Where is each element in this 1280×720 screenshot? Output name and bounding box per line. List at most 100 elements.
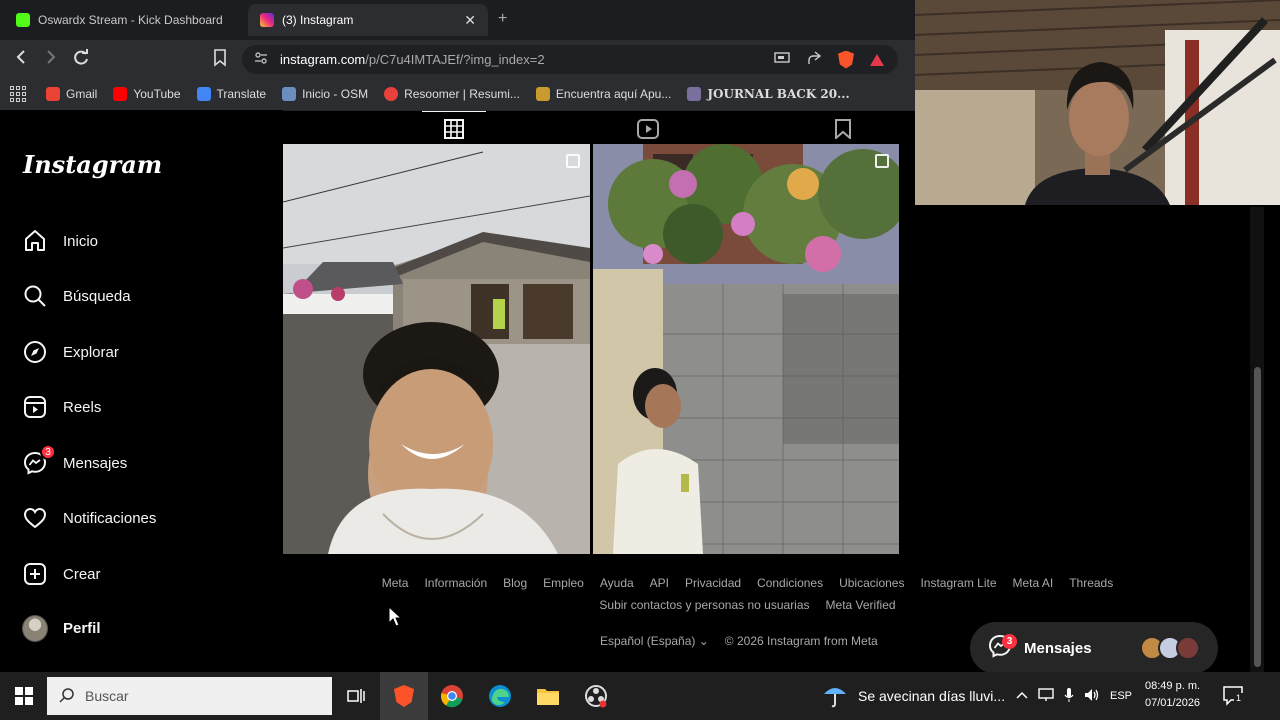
nav-mensajes[interactable]: 3 Mensajes [22, 444, 127, 476]
profile-avatar [22, 614, 48, 642]
network-icon[interactable] [1038, 687, 1054, 705]
bookmark-youtube[interactable]: YouTube [113, 87, 181, 101]
language-indicator[interactable]: ESP [1110, 690, 1132, 702]
url-actions [774, 50, 884, 69]
kick-icon [16, 13, 30, 27]
start-button[interactable] [0, 672, 47, 720]
messages-pill[interactable]: 3 Mensajes [970, 622, 1218, 674]
nav-busqueda[interactable]: Búsqueda [22, 283, 131, 309]
heart-icon [22, 505, 48, 531]
nav-notificaciones[interactable]: Notificaciones [22, 505, 156, 531]
address-bar-row: instagram.com /p/C7u4IMTAJEf/?img_index=… [0, 40, 915, 78]
footer-bottom: Español (España) ⌄ © 2026 Instagram from… [600, 634, 878, 648]
post-thumbnail-selfie[interactable] [283, 144, 590, 554]
gmail-icon [46, 87, 60, 101]
messages-pill-label: Mensajes [1024, 639, 1092, 657]
footer-link[interactable]: Información [424, 576, 487, 590]
clock[interactable]: 08:49 p. m. 07/01/2026 [1145, 678, 1200, 712]
language-select[interactable]: Español (España) ⌄ [600, 634, 709, 648]
tab-kick-dashboard[interactable]: Oswardx Stream - Kick Dashboard [4, 4, 244, 36]
posts-grid-icon [444, 119, 464, 144]
cast-icon[interactable] [774, 51, 790, 68]
task-view-icon[interactable] [332, 672, 380, 720]
footer-link[interactable]: Meta Verified [826, 598, 896, 612]
post-thumbnail-wall[interactable] [593, 144, 899, 554]
instagram-icon [260, 13, 274, 27]
url-host: instagram.com [280, 52, 366, 67]
bookmark-osm[interactable]: Inicio - OSM [282, 87, 368, 101]
notification-count: 1 [1234, 693, 1244, 703]
tab-reels[interactable] [616, 111, 680, 144]
footer-link[interactable]: Meta [382, 576, 409, 590]
footer-link[interactable]: Empleo [543, 576, 584, 590]
edge-icon[interactable] [476, 672, 524, 720]
reels-tab-icon [637, 119, 659, 144]
tab-title: (3) Instagram [282, 13, 354, 27]
new-tab-button[interactable]: + [498, 10, 507, 28]
nav-reels[interactable]: Reels [22, 394, 101, 420]
bookmark-page-icon[interactable] [213, 49, 227, 72]
footer-link[interactable]: Privacidad [685, 576, 741, 590]
reels-icon [22, 394, 48, 420]
reload-icon[interactable] [72, 49, 90, 72]
footer-link[interactable]: Threads [1069, 576, 1113, 590]
footer-link[interactable]: Subir contactos y personas no usuarias [599, 598, 809, 612]
footer-link[interactable]: Meta AI [1013, 576, 1054, 590]
journal-icon [687, 87, 702, 101]
taskbar-search[interactable]: Buscar [47, 677, 332, 715]
compass-icon [22, 339, 48, 365]
close-tab-icon[interactable]: ✕ [464, 12, 476, 29]
footer-link[interactable]: Condiciones [757, 576, 823, 590]
nav-inicio[interactable]: Inicio [22, 228, 98, 254]
footer-link[interactable]: Blog [503, 576, 527, 590]
carousel-icon [566, 154, 580, 168]
brave-rewards-icon[interactable] [870, 53, 884, 66]
chevron-down-icon: ⌄ [698, 634, 709, 648]
profile-tabs [283, 110, 915, 143]
bookmark-encuentra[interactable]: Encuentra aquí Apu... [535, 87, 671, 101]
translate-icon [196, 87, 211, 101]
footer-link[interactable]: Ayuda [600, 576, 634, 590]
bookmark-gmail[interactable]: Gmail [46, 87, 97, 101]
url-path: /p/C7u4IMTAJEf/?img_index=2 [365, 52, 545, 67]
tab-saved[interactable] [811, 111, 875, 144]
volume-icon[interactable] [1084, 688, 1100, 705]
page-scrollbar[interactable] [1250, 207, 1264, 672]
avatar [1176, 636, 1200, 660]
notification-center-icon[interactable]: 1 [1222, 684, 1244, 706]
chevron-up-icon[interactable] [1016, 690, 1028, 702]
chrome-icon[interactable] [428, 672, 476, 720]
nav-explorar[interactable]: Explorar [22, 339, 119, 365]
share-icon[interactable] [806, 50, 822, 69]
brave-shields-icon[interactable] [838, 50, 854, 69]
footer-link[interactable]: Ubicaciones [839, 576, 904, 590]
bookmark-translate[interactable]: Translate [196, 87, 266, 101]
bookmark-resoomer[interactable]: Resoomer | Resumi... [384, 87, 520, 101]
messages-badge: 3 [40, 444, 56, 460]
footer-link[interactable]: Instagram Lite [920, 576, 996, 590]
microphone-icon[interactable] [1064, 687, 1074, 706]
resoomer-icon [384, 87, 399, 101]
windows-icon [14, 687, 33, 705]
obs-icon[interactable] [572, 672, 620, 720]
clock-date: 07/01/2026 [1145, 697, 1201, 709]
file-explorer-icon[interactable] [524, 672, 572, 720]
nav-perfil[interactable]: Perfil [22, 614, 101, 642]
footer-link[interactable]: API [650, 576, 669, 590]
back-icon[interactable] [14, 49, 28, 70]
bookmark-journal[interactable]: JOURNAL BACK 20... [687, 87, 850, 101]
plus-square-icon [22, 561, 48, 587]
site-info-icon[interactable] [254, 51, 268, 68]
nav-crear[interactable]: Crear [22, 561, 101, 587]
apps-grid-icon[interactable] [10, 86, 26, 102]
instagram-logo[interactable]: Instagram [23, 150, 162, 179]
scrollbar-thumb[interactable] [1254, 367, 1261, 667]
footer-links: Meta Información Blog Empleo Ayuda API P… [270, 576, 1225, 612]
url-field[interactable]: instagram.com /p/C7u4IMTAJEf/?img_index=… [242, 45, 898, 74]
brave-taskbar-icon[interactable] [380, 672, 428, 720]
forward-icon[interactable] [44, 49, 58, 70]
weather-widget[interactable]: Se avecinan días lluvi... [822, 672, 1005, 720]
tab-instagram[interactable]: (3) Instagram ✕ [248, 4, 488, 36]
clock-time: 08:49 p. m. [1145, 680, 1201, 692]
tab-posts[interactable] [422, 111, 486, 144]
